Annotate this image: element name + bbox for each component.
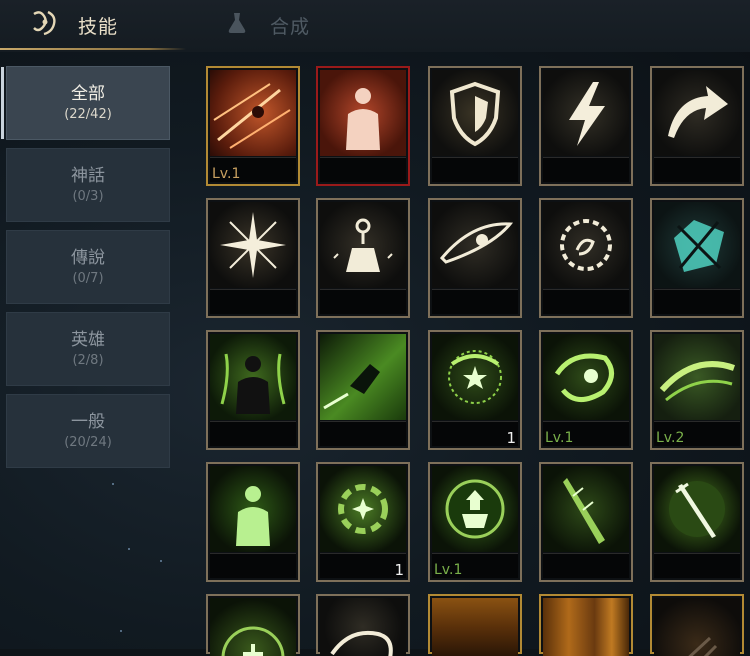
green-sparkle-icon xyxy=(320,466,406,552)
slot-info-bar xyxy=(210,421,296,446)
green-aura-figure-icon xyxy=(210,334,296,420)
eye-icon xyxy=(432,202,518,288)
slot-level: Lv.1 xyxy=(545,430,574,446)
slot-count: 1 xyxy=(394,561,404,579)
category-sidebar: 全部 (22/42) 神話 (0/3) 傳說 (0/7) 英雄 (2/8) 一般… xyxy=(0,52,180,649)
category-name: 全部 xyxy=(71,84,105,104)
teal-crystal-icon xyxy=(654,202,740,288)
curved-arrow-icon xyxy=(654,70,740,156)
burst-icon xyxy=(210,202,296,288)
pedestal-icon xyxy=(320,202,406,288)
skill-slot[interactable] xyxy=(206,462,300,582)
slot-count: 1 xyxy=(506,429,516,447)
skill-slot[interactable] xyxy=(316,330,410,450)
green-sword-icon xyxy=(654,466,740,552)
skill-slot[interactable] xyxy=(539,198,633,318)
slot-level: Lv.1 xyxy=(434,562,463,578)
category-count: (0/3) xyxy=(72,189,104,204)
skill-slot[interactable]: 1 xyxy=(316,462,410,582)
slot-info-bar xyxy=(320,553,406,578)
top-bar: 技能 合成 xyxy=(0,0,750,52)
slot-info-bar xyxy=(543,289,629,314)
category-count: (22/42) xyxy=(64,107,112,122)
category-heroic[interactable]: 英雄 (2/8) xyxy=(6,312,170,386)
skill-slot[interactable] xyxy=(428,66,522,186)
green-rune-circle-icon xyxy=(210,598,296,656)
slot-info-bar xyxy=(210,289,296,314)
category-count: (0/7) xyxy=(72,271,104,286)
category-name: 一般 xyxy=(71,412,105,432)
skill-slot[interactable]: Lv.2 xyxy=(650,330,744,450)
skill-slot[interactable] xyxy=(650,198,744,318)
white-wave-icon xyxy=(320,598,406,656)
tab-skills-label: 技能 xyxy=(78,15,119,38)
slot-info-bar xyxy=(432,421,518,446)
tab-craft-label: 合成 xyxy=(270,15,311,38)
slot-info-bar xyxy=(210,553,296,578)
category-name: 神話 xyxy=(71,166,105,186)
slot-info-bar xyxy=(432,157,518,182)
orange-slash-icon xyxy=(210,70,296,156)
category-legendary[interactable]: 傳說 (0/7) xyxy=(6,230,170,304)
green-swirl-icon xyxy=(543,334,629,420)
green-emblem-icon xyxy=(432,466,518,552)
slot-info-bar xyxy=(320,157,406,182)
skill-slot[interactable] xyxy=(316,198,410,318)
green-star-rune-icon xyxy=(432,334,518,420)
spiked-ring-icon xyxy=(543,202,629,288)
slot-info-bar xyxy=(654,553,740,578)
skill-slot[interactable]: Lv.1 xyxy=(206,66,300,186)
category-count: (20/24) xyxy=(64,435,112,450)
skill-slot[interactable] xyxy=(428,198,522,318)
slot-level: Lv.1 xyxy=(212,166,241,182)
skill-slot[interactable] xyxy=(206,198,300,318)
orange-figure-icon xyxy=(320,70,406,156)
shield-icon xyxy=(432,70,518,156)
green-slash-icon xyxy=(654,334,740,420)
green-dash-icon xyxy=(320,334,406,420)
skill-slot[interactable] xyxy=(650,66,744,186)
tab-skills[interactable]: 技能 xyxy=(28,0,188,50)
skill-slot[interactable] xyxy=(539,66,633,186)
slot-info-bar xyxy=(320,421,406,446)
slot-info-bar xyxy=(543,553,629,578)
category-count: (2/8) xyxy=(72,353,104,368)
skill-slot[interactable] xyxy=(650,462,744,582)
lightning-icon xyxy=(543,70,629,156)
skill-slot[interactable] xyxy=(206,594,300,656)
skill-slot[interactable]: 1 xyxy=(428,330,522,450)
slot-info-bar xyxy=(654,289,740,314)
skill-slot[interactable] xyxy=(316,594,410,656)
skill-grid: Lv.1 1 Lv.1 Lv.2 1 Lv.1 xyxy=(206,66,750,656)
skill-slot[interactable] xyxy=(650,594,744,656)
gold-rune-icon xyxy=(654,598,740,656)
slot-info-bar xyxy=(432,289,518,314)
slot-info-bar xyxy=(654,157,740,182)
category-name: 英雄 xyxy=(71,330,105,350)
green-blade-icon xyxy=(543,466,629,552)
slot-info-bar xyxy=(543,157,629,182)
skill-slot[interactable] xyxy=(539,462,633,582)
green-figure-icon xyxy=(210,466,296,552)
active-tab-underline xyxy=(0,48,186,50)
skill-slot[interactable] xyxy=(316,66,410,186)
slot-level: Lv.2 xyxy=(656,430,685,446)
skill-slot[interactable]: Lv.1 xyxy=(428,462,522,582)
gold-glow-icon xyxy=(432,598,518,656)
tab-craft[interactable]: 合成 xyxy=(224,0,310,50)
category-name: 傳說 xyxy=(71,248,105,268)
category-normal[interactable]: 一般 (20/24) xyxy=(6,394,170,468)
skill-slot[interactable] xyxy=(428,594,522,656)
skill-slot[interactable] xyxy=(539,594,633,656)
gold-pillar-icon xyxy=(543,598,629,656)
category-mythic[interactable]: 神話 (0/3) xyxy=(6,148,170,222)
flask-icon xyxy=(224,10,250,40)
skills-tab-icon xyxy=(28,6,62,44)
slot-info-bar xyxy=(320,289,406,314)
skill-slot[interactable]: Lv.1 xyxy=(539,330,633,450)
skill-slot[interactable] xyxy=(206,330,300,450)
category-all[interactable]: 全部 (22/42) xyxy=(1,66,170,140)
